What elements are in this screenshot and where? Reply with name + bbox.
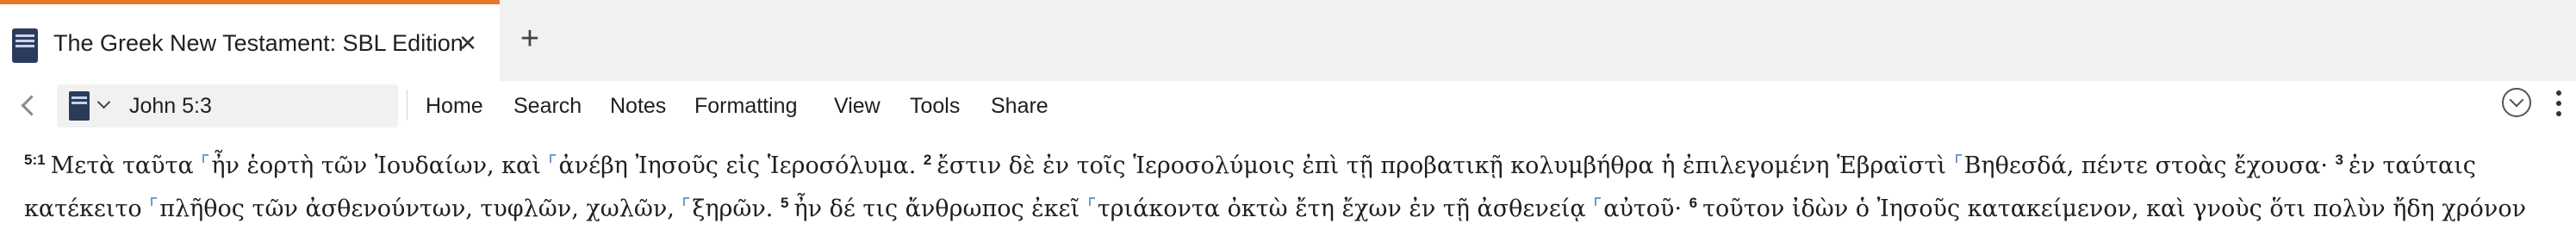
menu-search[interactable]: Search [513,94,582,119]
verse-number[interactable]: 2 [924,152,931,168]
verse-text: Μετὰ ταῦτα [50,152,202,179]
verse-2: 2 ἔστιν δὲ ἐν τοῖς Ἱεροσολύμοις ἐπὶ τῇ πρ… [924,152,2336,179]
text-line: 5:1 Μετὰ ταῦτα ἦν ἑορτὴ τῶν Ἰουδαίων, καὶ… [24,152,2476,179]
verse-text: κατέκειτο [24,196,150,222]
scripture-text: 5:1 Μετὰ ταῦτα ἦν ἑορτὴ τῶν Ἰουδαίων, καὶ… [0,129,2576,236]
variant-marker-icon[interactable] [550,154,557,163]
reference-box[interactable]: John 5:3 [57,84,398,127]
variant-marker-icon[interactable] [1955,154,1962,163]
tab-strip: The Greek New Testament: SBL Edition ✕ + [0,0,2576,81]
verse-number[interactable]: 6 [1689,195,1697,211]
verse-5: 5 ἦν δέ τις ἄνθρωπος ἐκεῖ τριάκοντα ὀκτὼ … [781,195,1689,222]
variant-marker-icon[interactable] [151,197,158,206]
menu-view[interactable]: View [834,94,880,119]
verse-text: αὐτοῦ· [1603,196,1689,222]
variant-marker-icon[interactable] [1088,197,1095,206]
verse-3: 3 ἐν ταύταις [2335,152,2475,179]
verse-text: ἦν δέ τις ἄνθρωπος ἐκεῖ [793,196,1087,222]
book-icon[interactable] [69,91,90,121]
menu-tools[interactable]: Tools [910,94,960,119]
verse-text: ξηρῶν. [692,196,781,222]
more-options-icon[interactable] [2554,88,2564,119]
verse-text: πλῆθος τῶν ἀσθενούντων, τυφλῶν, χωλῶν, [159,196,682,222]
verse-1: 5:1 Μετὰ ταῦτα ἦν ἑορτὴ τῶν Ἰουδαίων, καὶ… [24,152,924,179]
verse-number[interactable]: 5:1 [24,152,46,168]
tab-greek-new-testament[interactable]: The Greek New Testament: SBL Edition ✕ [0,0,500,81]
menu-home[interactable]: Home [426,94,483,119]
variant-marker-icon[interactable] [683,197,690,206]
verse-number[interactable]: 3 [2335,152,2343,168]
verse-text: τοῦτον ἰδὼν ὁ Ἰησοῦς κατακείμενον, καὶ γ… [1702,196,2526,222]
text-line: κατέκειτο πλῆθος τῶν ἀσθενούντων, τυφλῶν… [24,195,2526,222]
verse-number[interactable]: 5 [781,195,788,211]
variant-marker-icon[interactable] [202,154,209,163]
verse-text: ἔστιν δὲ ἐν τοῖς Ἱεροσολύμοις ἐπὶ τῇ προ… [936,152,1954,179]
verse-3-continued: κατέκειτο πλῆθος τῶν ἀσθενούντων, τυφλῶν… [24,196,781,222]
verse-text: ἐν ταύταις [2348,152,2476,179]
chevron-circle-icon[interactable] [2502,88,2531,117]
divider [407,90,408,121]
toolbar: John 5:3 Home Search Notes Formatting Vi… [0,81,2576,129]
verse-text: ἀνέβη Ἰησοῦς εἰς Ἱεροσόλυμα. [558,152,924,179]
close-icon[interactable]: ✕ [455,30,481,56]
book-icon [12,28,38,63]
menu-formatting[interactable]: Formatting [694,94,797,119]
back-arrow-icon[interactable] [16,88,41,122]
verse-text: Βηθεσδά, πέντε στοὰς ἔχουσα· [1963,152,2336,179]
reference-input[interactable]: John 5:3 [129,94,212,119]
chevron-down-icon[interactable] [96,97,110,111]
tab-title: The Greek New Testament: SBL Edition [53,30,464,56]
verse-text: ἦν ἑορτὴ τῶν Ἰουδαίων, καὶ [211,152,549,179]
menu-notes[interactable]: Notes [610,94,666,119]
verse-text: τριάκοντα ὀκτὼ ἔτη ἔχων ἐν τῇ ἀσθενείᾳ [1097,196,1594,222]
menu-share[interactable]: Share [991,94,1048,119]
variant-marker-icon[interactable] [1595,197,1602,206]
new-tab-button[interactable]: + [513,22,547,57]
verse-6: 6 τοῦτον ἰδὼν ὁ Ἰησοῦς κατακείμενον, καὶ … [1689,195,2526,222]
